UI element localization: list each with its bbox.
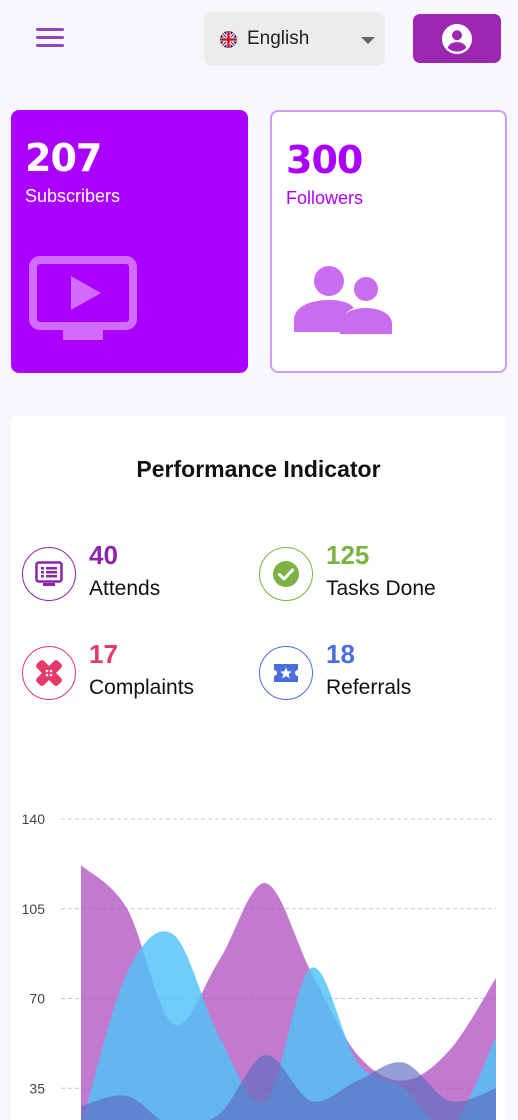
followers-label: Followers [286,188,364,208]
subscribers-count: 207 [25,136,102,180]
y-tick-label: 35 [29,1080,45,1096]
top-bar: English [0,0,518,80]
performance-title: Performance Indicator [136,456,381,482]
chevron-down-icon [361,37,375,44]
performance-area-chart: 140 105 70 35 [22,811,496,1120]
people-icon [294,266,392,334]
tasks-done-value: 125 [326,540,370,570]
profile-button[interactable] [413,14,501,63]
subscribers-label: Subscribers [25,186,121,206]
y-tick-label: 70 [29,991,45,1007]
y-tick-label: 105 [22,901,46,917]
stat-tasks-done: 125 Tasks Done [259,540,436,601]
account-circle-icon [442,23,472,54]
tv-play-icon [29,256,137,340]
stat-referrals: 18 Referrals [259,639,412,700]
check-circle-icon [259,547,313,601]
followers-card[interactable]: 300 Followers [270,110,507,373]
followers-count: 300 [286,138,363,182]
referrals-value: 18 [326,639,355,669]
subscribers-card[interactable]: 207 Subscribers [11,110,248,373]
stat-attends: 40 Attends [22,540,161,601]
uk-flag-icon [220,30,237,48]
complaints-label: Complaints [89,676,195,699]
tasks-done-label: Tasks Done [326,577,436,600]
bandage-icon [22,646,76,700]
list-icon [22,547,76,601]
y-tick-label: 140 [22,811,46,827]
language-selector[interactable]: English [204,12,385,66]
stat-complaints: 17 Complaints [22,639,195,700]
attends-label: Attends [89,577,161,600]
language-label: English [247,28,310,49]
referrals-label: Referrals [326,676,412,699]
hamburger-icon[interactable] [36,28,64,50]
complaints-value: 17 [89,639,118,669]
attends-value: 40 [89,540,118,570]
ticket-star-icon [259,646,313,700]
